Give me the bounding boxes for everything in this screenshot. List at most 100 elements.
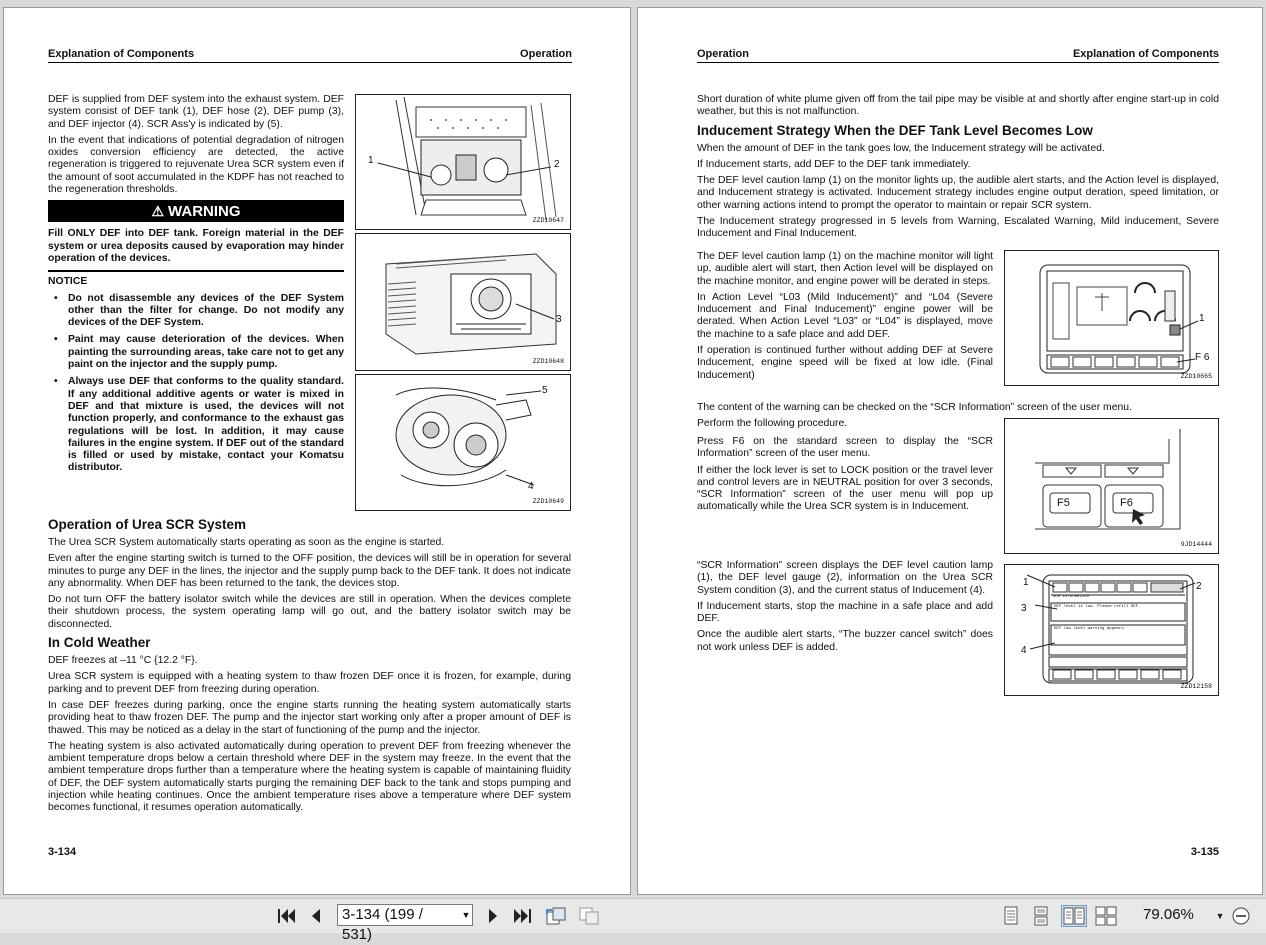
figure-machine-monitor: 1 F 6 ZZD10665 bbox=[1004, 250, 1219, 386]
figure-id: ZZD10648 bbox=[532, 358, 564, 365]
page-number-input[interactable]: 3-134 (199 / 531) bbox=[337, 904, 473, 943]
warning-banner: ⚠ WARNING bbox=[48, 200, 344, 223]
page-number: 3-134 bbox=[48, 846, 77, 858]
facing-pages-icon bbox=[1063, 907, 1085, 925]
scr-screen-message-2: DEF low level warning appears. bbox=[1054, 627, 1127, 631]
left-bottom-column: Operation of Urea SCR System The Urea SC… bbox=[48, 513, 571, 819]
paragraph: If Inducement starts, stop the machine i… bbox=[697, 600, 993, 625]
paragraph: The content of the warning can be checke… bbox=[697, 402, 1132, 413]
fig6-callout-2: 2 bbox=[1196, 581, 1202, 592]
paragraph: In Action Level “L03 (Mild Inducement)” … bbox=[697, 291, 993, 340]
page-dropdown-arrow-icon[interactable]: ▼ bbox=[459, 904, 473, 926]
paragraph: The Urea SCR System automatically starts… bbox=[48, 537, 445, 548]
paragraph: If Inducement starts, add DEF to the DEF… bbox=[697, 158, 971, 170]
section-heading: Operation of Urea SCR System bbox=[48, 517, 247, 532]
warning-label: WARNING bbox=[168, 203, 241, 221]
go-back-view-button[interactable] bbox=[543, 905, 569, 927]
zoom-out-icon bbox=[1232, 907, 1250, 925]
right-column-a: The DEF level caution lamp (1) on the ma… bbox=[697, 251, 993, 386]
previous-page-button[interactable] bbox=[305, 905, 327, 927]
notice-title: NOTICE bbox=[48, 276, 88, 288]
figure-id: ZZD12158 bbox=[1180, 683, 1212, 690]
document-page-left: Explanation of Components Operation DEF … bbox=[4, 8, 630, 894]
callout-5: 5 bbox=[542, 385, 548, 396]
facing-continuous-view-button[interactable] bbox=[1094, 905, 1118, 927]
zoom-dropdown-arrow-icon[interactable]: ▼ bbox=[1214, 905, 1226, 927]
page-header: Operation Explanation of Components bbox=[697, 46, 1219, 63]
fig4-callout-f6: F 6 bbox=[1195, 352, 1210, 363]
first-page-button[interactable] bbox=[274, 905, 298, 927]
warning-text: Fill ONLY DEF into DEF tank. Foreign mat… bbox=[48, 228, 344, 273]
callout-4: 4 bbox=[528, 481, 534, 492]
right-column-c: “SCR Information” screen displays the DE… bbox=[697, 560, 993, 658]
scr-screen-message-1: DEF level is low. Please refill DEF. bbox=[1054, 605, 1141, 609]
warning-triangle-icon: ⚠ bbox=[151, 203, 165, 220]
paragraph: Urea SCR system is equipped with a heati… bbox=[48, 671, 571, 695]
notice-item: Do not disassemble any devices of the DE… bbox=[48, 293, 344, 330]
viewer-toolbar: 3-134 (199 / 531) ▼ 79.06% ▼ bbox=[0, 898, 1266, 943]
forward-view-icon bbox=[579, 907, 599, 925]
next-page-icon bbox=[489, 909, 497, 923]
facing-pages-view-button[interactable] bbox=[1061, 905, 1087, 927]
paragraph: Do not turn OFF the battery isolator swi… bbox=[48, 594, 571, 630]
paragraph: In case DEF freezes during parking, once… bbox=[48, 699, 571, 736]
zoom-level[interactable]: 79.06% bbox=[1143, 906, 1194, 923]
page-number: 3-135 bbox=[1190, 846, 1219, 858]
next-page-button[interactable] bbox=[482, 905, 504, 927]
previous-page-icon bbox=[312, 909, 320, 923]
figure-id: ZZD10665 bbox=[1180, 373, 1212, 380]
figure-id: 9JD14444 bbox=[1180, 541, 1212, 548]
def-injector-illustration bbox=[395, 387, 542, 487]
continuous-view-button[interactable] bbox=[1030, 905, 1052, 927]
fig6-callout-3: 3 bbox=[1021, 603, 1027, 614]
go-forward-view-button[interactable] bbox=[576, 905, 602, 927]
page-header: Explanation of Components Operation bbox=[48, 46, 572, 63]
header-section-right: Operation bbox=[520, 48, 572, 60]
callout-2: 2 bbox=[554, 159, 560, 170]
figure-f6-press: F5 F6 9JD14444 bbox=[1004, 418, 1219, 554]
f6-key-illustration bbox=[1035, 429, 1181, 530]
def-pump-illustration bbox=[385, 253, 557, 355]
last-page-button[interactable] bbox=[510, 905, 536, 927]
fig6-callout-1: 1 bbox=[1023, 577, 1029, 588]
callout-1: 1 bbox=[368, 155, 374, 166]
paragraph: If either the lock lever is set to LOCK … bbox=[697, 464, 993, 513]
figure-id: ZZD10647 bbox=[532, 217, 564, 224]
paragraph: If operation is continued further withou… bbox=[697, 345, 993, 381]
figure-def-injector: 5 4 ZZD10649 bbox=[355, 374, 571, 511]
section-heading: In Cold Weather bbox=[48, 635, 151, 651]
single-page-icon bbox=[1004, 906, 1018, 925]
notice-item: Paint may cause deterioration of the dev… bbox=[48, 334, 344, 371]
f5-key-label: F5 bbox=[1057, 497, 1070, 509]
paragraph: Short duration of white plume given off … bbox=[697, 94, 1219, 118]
right-column-b: Press F6 on the standard screen to displ… bbox=[697, 436, 993, 518]
document-page-right: Operation Explanation of Components Shor… bbox=[638, 8, 1262, 894]
single-page-view-button[interactable] bbox=[1000, 905, 1022, 927]
def-tank-illustration bbox=[377, 96, 557, 221]
right-top-block: Short duration of white plume given off … bbox=[697, 94, 1219, 245]
continuous-page-icon bbox=[1034, 906, 1048, 926]
figure-scr-information: 1 2 3 4 SCR Information DEF level is low… bbox=[1004, 564, 1219, 696]
facing-continuous-icon bbox=[1095, 906, 1117, 926]
figure-def-pump: 3 ZZD10648 bbox=[355, 233, 571, 371]
section-heading: Inducement Strategy When the DEF Tank Le… bbox=[697, 122, 1093, 138]
paragraph: The DEF level caution lamp (1) on the mo… bbox=[697, 175, 1219, 211]
paragraph: The heating system is also activated aut… bbox=[48, 740, 571, 814]
paragraph: DEF freezes at –11 °C {12.2 °F}. bbox=[48, 655, 198, 667]
first-page-icon bbox=[278, 909, 295, 923]
left-top-column: DEF is supplied from DEF system into the… bbox=[48, 94, 344, 480]
paragraph: Press F6 on the standard screen to displ… bbox=[697, 436, 993, 460]
machine-monitor-illustration bbox=[1039, 264, 1199, 374]
paragraph: DEF is supplied from DEF system into the… bbox=[48, 94, 344, 130]
callout-3: 3 bbox=[556, 314, 562, 325]
header-section-right: Explanation of Components bbox=[1072, 48, 1219, 60]
paragraph: The DEF level caution lamp (1) on the ma… bbox=[697, 251, 993, 287]
notice-item: Always use DEF that conforms to the qual… bbox=[48, 376, 344, 474]
header-section-left: Operation bbox=[697, 48, 749, 60]
fig4-callout-1: 1 bbox=[1199, 313, 1205, 324]
paragraph: When the amount of DEF in the tank goes … bbox=[697, 142, 1105, 154]
zoom-out-button[interactable] bbox=[1230, 905, 1252, 927]
paragraph: “SCR Information” screen displays the DE… bbox=[697, 560, 993, 596]
last-page-icon bbox=[514, 909, 531, 923]
back-view-icon bbox=[546, 907, 566, 925]
